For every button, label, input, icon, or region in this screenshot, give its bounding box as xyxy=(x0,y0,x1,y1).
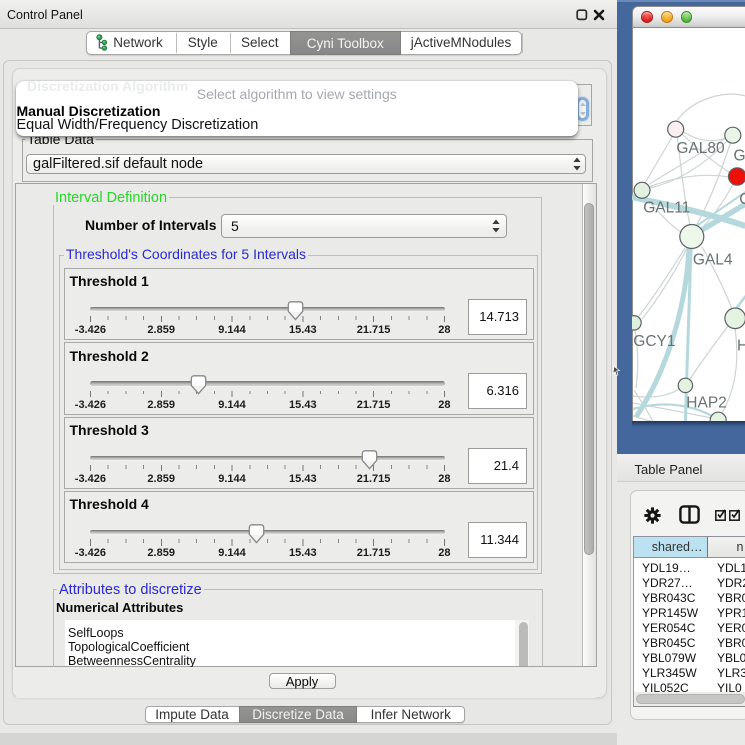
svg-text:GAL4: GAL4 xyxy=(692,251,732,268)
svg-text:GA: GA xyxy=(733,147,745,164)
svg-text:GCY1: GCY1 xyxy=(633,333,675,350)
svg-text:GAL11: GAL11 xyxy=(643,199,690,216)
svg-text:CD: CD xyxy=(739,191,745,208)
svg-text:GAL80: GAL80 xyxy=(676,139,725,156)
svg-text:HS: HS xyxy=(737,337,745,354)
svg-text:HAP2: HAP2 xyxy=(686,394,727,411)
